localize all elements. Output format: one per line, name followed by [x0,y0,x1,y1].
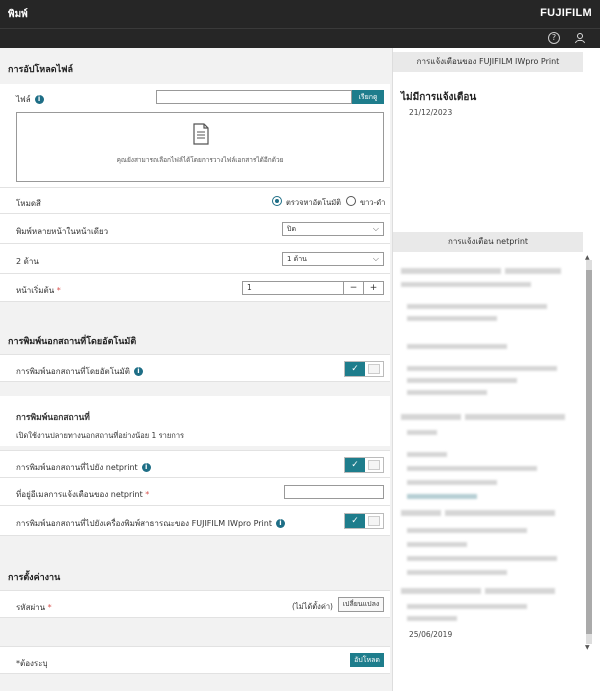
nup-select[interactable]: ปิด ⌵ [282,222,384,236]
offsite-header: การพิมพ์นอกสถานที่ เปิดใช้งานปลายทางนอกส… [0,396,390,446]
notification-date: 25/06/2019 [409,630,453,639]
drop-hint: คุณยังสามารถเลือกไฟล์ได้โดยการวางไฟล์เอก… [116,156,284,164]
iwpro-notifications-title: การแจ้งเตือนของ FUJIFILM IWpro Print [393,52,583,72]
info-icon[interactable]: i [133,367,143,376]
duplex-row: 2 ด้าน 1 ด้าน ⌵ [0,244,390,274]
notifications-panel: การแจ้งเตือนของ FUJIFILM IWpro Print ไม่… [392,48,600,691]
drop-zone[interactable]: คุณยังสามารถเลือกไฟล์ได้โดยการวางไฟล์เอก… [16,112,384,182]
no-notifications-date: 21/12/2023 [409,108,453,117]
scroll-down-icon[interactable]: ▼ [585,644,590,651]
browse-button[interactable]: เรียกดู [352,90,384,104]
change-passcode-button[interactable]: เปลี่ยนแปลง [338,597,384,612]
upload-button[interactable]: อัปโหลด [350,653,384,667]
passcode-row: รหัสผ่าน * (ไม่ได้ตั้งค่า) เปลี่ยนแปลง [0,590,390,618]
check-icon: ✓ [345,514,365,528]
scroll-up-icon[interactable]: ▲ [585,254,590,261]
file-upload-row: ไฟล์ i เรียกดู คุณยังสามารถเลือกไฟล์ได้โด… [0,84,390,188]
netprint-email-input[interactable] [284,485,384,499]
offsite-section-title: การพิมพ์นอกสถานที่ [16,413,90,423]
nup-label: พิมพ์หลายหน้าในหน้าเดียว [16,227,109,236]
check-icon: ✓ [345,362,365,376]
required-note: *ต้องระบุ [16,659,48,668]
chevron-down-icon: ⌵ [372,224,379,233]
brand-logo: FUJIFILM [540,7,592,19]
page-title: พิมพ์ [8,9,28,20]
nup-row: พิมพ์หลายหน้าในหน้าเดียว ปิด ⌵ [0,214,390,244]
info-icon[interactable]: i [275,519,285,528]
auto-print-toggle[interactable]: ✓ [344,361,384,377]
info-icon[interactable]: i [141,463,151,472]
toolbar: ? [0,28,600,48]
top-bar: พิมพ์ FUJIFILM [0,0,600,28]
auto-print-row: การพิมพ์นอกสถานที่โดยอัตโนมัติ i ✓ [0,354,390,382]
netprint-notification-list[interactable]: 25/06/2019 [393,258,583,648]
iwpro-row: การพิมพ์นอกสถานที่ไปยังเครื่องพิมพ์สาธาร… [0,506,390,536]
no-notifications-label: ไม่มีการแจ้งเตือน [401,92,477,103]
duplex-select[interactable]: 1 ด้าน ⌵ [282,252,384,266]
start-page-stepper[interactable]: 1 − + [242,281,384,295]
chevron-down-icon: ⌵ [372,254,379,263]
duplex-label: 2 ด้าน [16,257,39,266]
minus-icon[interactable]: − [343,282,363,294]
check-icon: ✓ [345,458,365,472]
radio-auto-detect[interactable] [272,196,282,206]
netprint-toggle[interactable]: ✓ [344,457,384,473]
start-page-label: หน้าเริ่มต้น [16,286,55,295]
notification-scrollbar[interactable]: ▲ ▼ [585,254,592,651]
color-mode-row: โหมดสี ตรวจหาอัตโนมัติ ขาว-ดำ [0,188,390,214]
start-page-row: หน้าเริ่มต้น * 1 − + [0,274,390,302]
file-label: ไฟล์ [16,95,31,104]
help-icon[interactable]: ? [548,32,560,44]
netprint-notifications-title: การแจ้งเตือน netprint [393,232,583,252]
file-input[interactable] [156,90,352,104]
info-icon[interactable]: i [34,95,44,104]
document-icon [193,123,209,145]
netprint-email-label: ที่อยู่อีเมลการแจ้งเตือนของ netprint [16,490,143,499]
plus-icon[interactable]: + [363,282,383,294]
auto-print-section-title: การพิมพ์นอกสถานที่โดยอัตโนมัติ [8,337,137,347]
radio-auto-detect-label: ตรวจหาอัตโนมัติ [286,198,342,207]
radio-black-white[interactable] [346,196,356,206]
user-icon[interactable] [574,32,586,44]
radio-black-white-label: ขาว-ดำ [360,198,386,207]
offsite-note: เปิดใช้งานปลายทางนอกสถานที่อย่างน้อย 1 ร… [16,431,185,440]
auto-print-label: การพิมพ์นอกสถานที่โดยอัตโนมัติ [16,367,130,376]
netprint-label: การพิมพ์นอกสถานที่ไปยัง netprint [16,463,138,472]
netprint-email-row: ที่อยู่อีเมลการแจ้งเตือนของ netprint * [0,478,390,506]
iwpro-label: การพิมพ์นอกสถานที่ไปยังเครื่องพิมพ์สาธาร… [16,519,272,528]
color-mode-label: โหมดสี [16,199,41,208]
job-section-title: การตั้งค่างาน [8,573,61,583]
passcode-label: รหัสผ่าน [16,603,46,612]
upload-section-title: การอัปโหลดไฟล์ [8,65,73,75]
print-form: การอัปโหลดไฟล์ ไฟล์ i เรียกดู คุณยังสามาร… [0,48,390,691]
netprint-row: การพิมพ์นอกสถานที่ไปยัง netprint i ✓ [0,450,390,478]
iwpro-toggle[interactable]: ✓ [344,513,384,529]
passcode-status: (ไม่ได้ตั้งค่า) [292,602,333,611]
form-footer: *ต้องระบุ อัปโหลด [0,646,390,674]
